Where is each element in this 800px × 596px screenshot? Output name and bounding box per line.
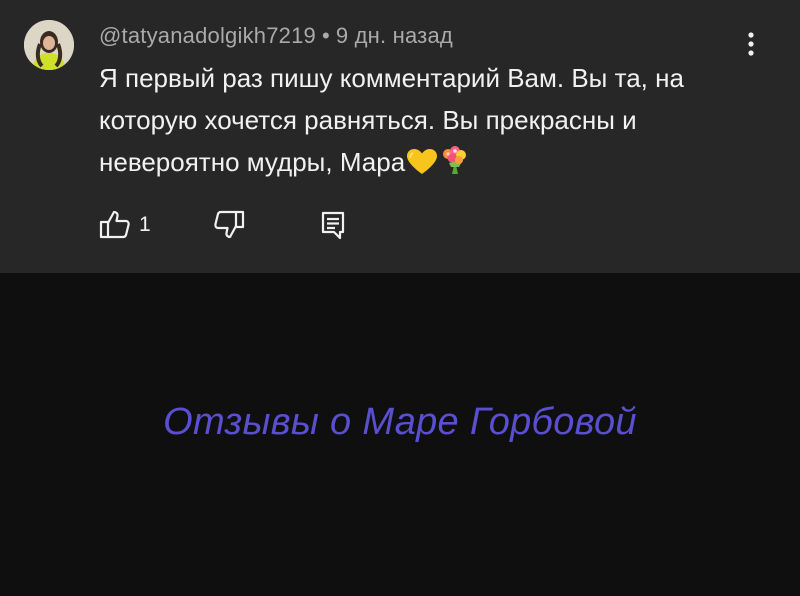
- video-title: Отзывы о Маре Горбовой: [163, 401, 637, 443]
- like-count: 1: [139, 213, 151, 236]
- dislike-icon[interactable]: [211, 207, 247, 243]
- yellow-heart-icon: [407, 145, 438, 187]
- comment-timestamp[interactable]: 9 дн. назад: [336, 23, 453, 48]
- like-icon[interactable]: [97, 207, 133, 243]
- comment-body: Я первый раз пишу комментарий Вам. Вы та…: [99, 57, 759, 187]
- avatar[interactable]: [24, 20, 74, 70]
- meta-separator: •: [321, 23, 330, 48]
- bouquet-icon: [439, 145, 469, 187]
- reply-icon[interactable]: [315, 207, 351, 243]
- avatar-image: [24, 20, 74, 70]
- comment-meta: @tatyanadolgikh7219 • 9 дн. назад: [99, 23, 453, 49]
- more-vert-icon[interactable]: [740, 30, 762, 60]
- comment-author[interactable]: @tatyanadolgikh7219: [99, 23, 316, 48]
- comment-text: Я первый раз пишу комментарий Вам. Вы та…: [99, 63, 684, 177]
- comment-panel: @tatyanadolgikh7219 • 9 дн. назад Я первый…: [0, 0, 800, 273]
- video-preview[interactable]: Отзывы о Маре Горбовой: [0, 273, 800, 596]
